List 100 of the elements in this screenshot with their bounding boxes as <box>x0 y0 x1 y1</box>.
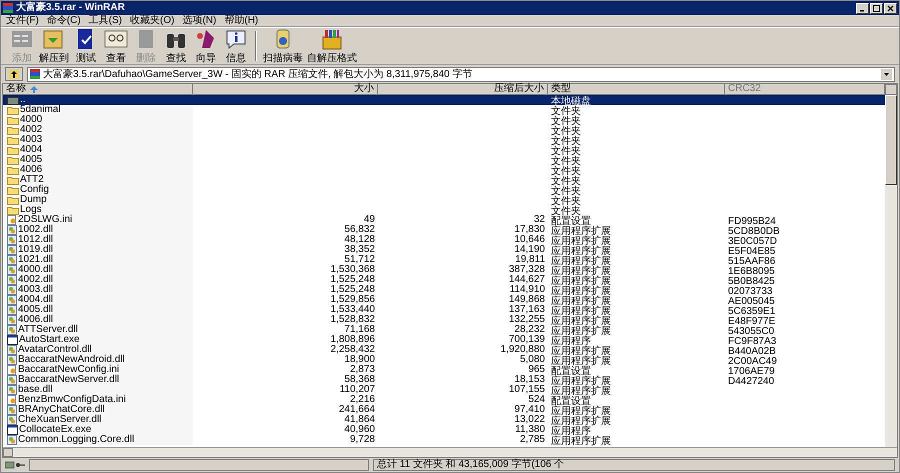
file-row[interactable]: BaccaratNewAndroid.dll 18,900 5,080 应用程序扩展 2C00AC49 <box>3 355 885 365</box>
vertical-scrollbar[interactable] <box>885 84 897 447</box>
packed-size-cell: 144,627 <box>508 275 545 285</box>
type-cell: 应用程序扩展 <box>551 316 611 327</box>
toolbar-button[interactable]: 信息 <box>221 28 251 64</box>
file-row[interactable]: Config 文件夹 <box>3 185 885 195</box>
menu-item[interactable]: 文件(F) <box>6 15 39 26</box>
menu-item[interactable]: 收藏夹(O) <box>130 15 174 26</box>
maximize-button[interactable] <box>870 2 883 14</box>
file-name: Config <box>20 185 49 195</box>
file-row[interactable]: Common.Logging.Core.dll 9,728 2,785 应用程序扩展 <box>3 435 885 445</box>
archive-icon <box>30 69 40 79</box>
type-cell: 文件夹 <box>551 186 581 197</box>
file-row[interactable]: 4003 文件夹 <box>3 135 885 145</box>
toolbar-button[interactable]: 扫描病毒 <box>261 28 305 64</box>
file-name: 4000.dll <box>18 265 54 275</box>
file-name: 4003 <box>20 135 42 145</box>
size-cell: 241,664 <box>338 405 375 415</box>
toolbar-button[interactable]: 解压到 <box>37 28 71 64</box>
toolbar-button[interactable]: 测试 <box>71 28 101 64</box>
packed-size-cell: 97,410 <box>514 405 545 415</box>
type-cell: 应用程序扩展 <box>551 376 611 387</box>
file-row[interactable]: Logs 文件夹 <box>3 205 885 215</box>
file-row[interactable]: 1012.dll 48,128 10,646 应用程序扩展 3E0C057D <box>3 235 885 245</box>
crc-cell: 543055C0 <box>728 326 774 337</box>
file-row[interactable]: base.dll 110,207 107,155 应用程序扩展 <box>3 385 885 395</box>
toolbar-button[interactable]: 向导 <box>191 28 221 64</box>
size-cell: 1,525,248 <box>330 275 375 285</box>
file-row[interactable]: .. 本地磁盘 <box>3 95 885 105</box>
file-row[interactable]: 4004.dll 1,529,856 149,868 应用程序扩展 AE005045 <box>3 295 885 305</box>
size-cell: 18,900 <box>344 355 375 365</box>
size-cell: 56,832 <box>344 225 375 235</box>
dll-file-icon <box>7 225 17 235</box>
crc-cell: D4427240 <box>728 376 774 387</box>
packed-size-cell: 18,153 <box>514 375 545 385</box>
size-cell: 51,712 <box>344 255 375 265</box>
file-row[interactable]: 4000 文件夹 <box>3 115 885 125</box>
menu-item[interactable]: 命令(C) <box>46 15 81 26</box>
file-row[interactable]: 1002.dll 56,832 17,830 应用程序扩展 5CD8B0DB <box>3 225 885 235</box>
file-row[interactable]: 4002.dll 1,525,248 144,627 应用程序扩展 5B0B8425 <box>3 275 885 285</box>
file-name: 2DSLWG.ini <box>18 215 72 225</box>
file-row[interactable]: BRAnyChatCore.dll 241,664 97,410 应用程序扩展 <box>3 405 885 415</box>
file-row[interactable]: Dump 文件夹 <box>3 195 885 205</box>
packed-size-cell: 19,811 <box>515 255 545 265</box>
file-row[interactable]: BaccaratNewConfig.ini 2,873 965 配置设置 1706AE79 <box>3 365 885 375</box>
type-cell: 文件夹 <box>551 146 581 157</box>
file-row[interactable]: BenzBmwConfigData.ini 2,216 524 配置设置 <box>3 395 885 405</box>
file-row[interactable]: CollocateEx.exe 40,960 11,380 应用程序 <box>3 425 885 435</box>
file-row[interactable]: 4003.dll 1,525,248 114,910 应用程序扩展 02073733 <box>3 285 885 295</box>
packed-size-cell: 700,139 <box>508 335 545 345</box>
packed-size-cell: 137,163 <box>508 305 545 315</box>
close-button[interactable] <box>884 2 897 14</box>
menu-item[interactable]: 选项(N) <box>182 15 216 26</box>
file-row[interactable]: AutoStart.exe 1,808,896 700,139 应用程序 FC9F87A3 <box>3 335 885 345</box>
minimize-button[interactable] <box>856 2 869 14</box>
file-row[interactable]: 1021.dll 51,712 19,811 应用程序扩展 515AAF86 <box>3 255 885 265</box>
file-row[interactable]: 2DSLWG.ini 49 32 配置设置 FD995B24 <box>3 215 885 225</box>
packed-size-cell: 149,868 <box>508 295 545 305</box>
type-cell: 配置设置 <box>551 396 591 407</box>
type-cell: 文件夹 <box>551 176 581 187</box>
file-name: 4002 <box>20 125 42 135</box>
toolbar-button[interactable]: 自解压格式 <box>305 28 359 64</box>
file-row[interactable]: 4006 文件夹 <box>3 165 885 175</box>
toolbar-button[interactable]: 查找 <box>161 28 191 64</box>
type-cell: 配置设置 <box>551 366 591 377</box>
file-row[interactable]: 1019.dll 38,352 14,190 应用程序扩展 E5F04E85 <box>3 245 885 255</box>
file-row[interactable]: CheXuanServer.dll 41,864 13,022 应用程序扩展 <box>3 415 885 425</box>
crc-cell: B440A02B <box>728 346 776 357</box>
archive-icon <box>3 3 13 13</box>
file-row[interactable]: 4006.dll 1,528,832 132,255 应用程序扩展 E48F977E <box>3 315 885 325</box>
file-row[interactable]: AvatarControl.dll 2,258,432 1,920,880 应用程序扩展 B440A02B <box>3 345 885 355</box>
packed-size-cell: 14,190 <box>514 245 545 255</box>
size-cell: 38,352 <box>344 245 375 255</box>
file-row[interactable]: 4005.dll 1,533,440 137,163 应用程序扩展 5C6359E1 <box>3 305 885 315</box>
file-row[interactable]: 4004 文件夹 <box>3 145 885 155</box>
up-folder-button[interactable] <box>5 67 23 81</box>
crc-cell: 1E6B8095 <box>728 266 775 277</box>
file-row[interactable]: 4002 文件夹 <box>3 125 885 135</box>
menu-item[interactable]: 工具(S) <box>88 15 122 26</box>
dll-file-icon <box>7 375 17 385</box>
crc-cell: E48F977E <box>728 316 776 327</box>
file-row[interactable]: ATT2 文件夹 <box>3 175 885 185</box>
horizontal-scrollbar[interactable] <box>3 447 897 457</box>
address-field[interactable]: 大富豪3.5.rar\Dafuhao\GameServer_3W - 固实的 RAR 压缩文件, 解包大小为 8,311,975,840 字节 <box>27 66 895 82</box>
type-cell: 文件夹 <box>551 106 581 117</box>
type-cell: 文件夹 <box>551 196 581 207</box>
file-name: BRAnyChatCore.dll <box>18 405 105 415</box>
toolbar-button[interactable]: 查看 <box>101 28 131 64</box>
size-cell: 1,529,856 <box>330 295 375 305</box>
file-row[interactable]: ATTServer.dll 71,168 28,232 应用程序扩展 543055C0 <box>3 325 885 335</box>
file-name: 4005.dll <box>18 305 54 315</box>
file-row[interactable]: 5danimal 文件夹 <box>3 105 885 115</box>
file-row[interactable]: BaccaratNewServer.dll 58,368 18,153 应用程序扩展 D4427240 <box>3 375 885 385</box>
type-cell: 应用程序 <box>551 426 591 437</box>
file-name: Logs <box>20 205 42 215</box>
type-cell: 应用程序扩展 <box>551 236 611 247</box>
file-row[interactable]: 4005 文件夹 <box>3 155 885 165</box>
menu-item[interactable]: 帮助(H) <box>224 15 258 26</box>
file-name: BaccaratNewAndroid.dll <box>18 355 125 365</box>
file-row[interactable]: 4000.dll 1,530,368 387,328 应用程序扩展 1E6B8095 <box>3 265 885 275</box>
